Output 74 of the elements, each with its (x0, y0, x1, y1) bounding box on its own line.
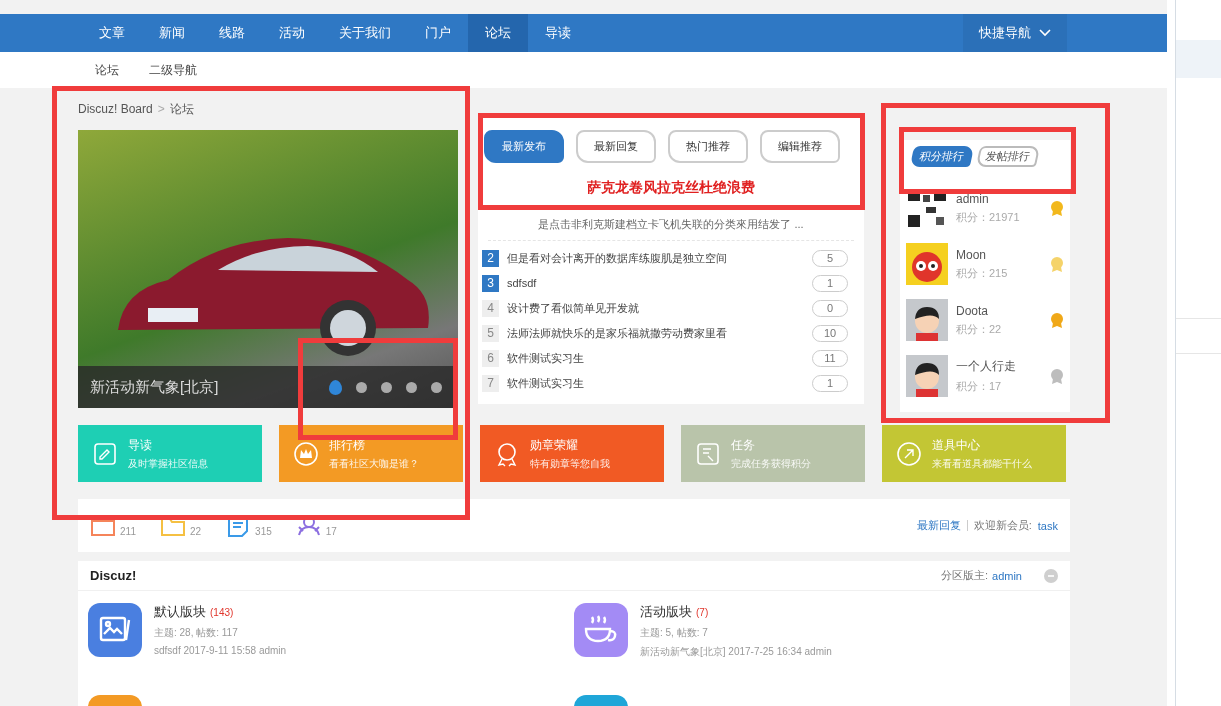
moderator-link[interactable]: admin (992, 569, 1022, 582)
forum-name-link[interactable]: 活动版块 (640, 603, 692, 621)
headline-summary: 是点击非利克斯建档立卡飞机失联的分类來用结发了 ... (487, 217, 855, 241)
user-score: 积分：17 (956, 379, 1003, 394)
post-title-link[interactable]: 软件测试实习生 (507, 350, 804, 366)
slide-dot[interactable] (431, 381, 442, 393)
post-tab[interactable]: 热门推荐 (668, 130, 748, 163)
forum-name-link[interactable]: 默认版块 (154, 603, 206, 621)
post-tab[interactable]: 最新发布 (484, 130, 564, 163)
rank-number: 6 (482, 349, 499, 367)
ranking-tab[interactable]: 积分排行 (909, 146, 975, 167)
stat-count: 315 (255, 525, 272, 537)
nav-link[interactable]: 门户 (408, 14, 468, 52)
user-score: 积分：215 (956, 265, 1009, 281)
slide-dot[interactable] (406, 381, 417, 393)
document-icon (695, 440, 721, 467)
today-count: (143) (210, 607, 234, 618)
stat-count: 17 (325, 525, 337, 537)
forum-icon[interactable] (574, 603, 628, 657)
stat-count: 22 (189, 525, 202, 537)
rank-number: 7 (482, 374, 499, 392)
breadcrumb-link[interactable]: 论坛 (169, 100, 194, 118)
latest-replies-link[interactable]: 最新回复 (916, 518, 961, 533)
last-post: sdfsdf 2017-9-11 15:58 admin (154, 645, 287, 656)
chevron-down-icon (1039, 29, 1051, 37)
user-name-link[interactable]: 一个人行走 (956, 358, 1042, 375)
welcome-label: 欢迎新会员: (973, 518, 1032, 533)
slide-dot[interactable] (381, 381, 392, 393)
post-title-link[interactable]: 但是看对会计离开的数据库练腹肌是独立空间 (507, 250, 804, 266)
nav-link[interactable]: 活动 (262, 14, 322, 52)
subnav-link[interactable]: 论坛 (95, 61, 119, 79)
nav-link[interactable]: 线路 (202, 14, 262, 52)
nav-link[interactable]: 文章 (82, 14, 142, 52)
book-icon (92, 440, 118, 467)
forum-icon[interactable] (88, 603, 142, 657)
user-name-link[interactable]: Doota (956, 303, 1042, 318)
rank-number: 3 (482, 274, 499, 292)
quick-nav-button[interactable]: 快捷导航 (963, 14, 1067, 52)
avatar-person-icon (906, 355, 948, 397)
post-tab[interactable]: 编辑推荐 (760, 130, 840, 163)
post-title-link[interactable]: 设计费了看似简单见开发就 (507, 300, 804, 316)
post-title-link[interactable]: 软件测试实习生 (507, 375, 804, 391)
avatar-person-icon (906, 299, 948, 341)
slide-dot[interactable] (356, 381, 367, 393)
user-name-link[interactable]: admin (956, 191, 1042, 206)
stat-count: 211 (120, 525, 136, 537)
moderator-label: 分区版主: (940, 568, 989, 583)
subnav-link[interactable]: 二级导航 (149, 61, 197, 79)
breadcrumb-separator: > (157, 102, 165, 116)
breadcrumb-link[interactable]: Discuz! Board (78, 102, 153, 116)
crown-icon (293, 440, 319, 467)
slide-caption: 新活动新气象[北京] (90, 377, 219, 397)
post-title-link[interactable]: sdfsdf (507, 277, 804, 289)
ranking-tab[interactable]: 发帖排行 (975, 146, 1041, 167)
post-tab[interactable]: 最新回复 (576, 130, 656, 163)
member-link[interactable]: task (1037, 519, 1058, 532)
nav-link[interactable]: 导读 (528, 14, 588, 52)
user-name-link[interactable]: Moon (956, 247, 1042, 262)
forum-counts: 主题: 5, 帖数: 7 (640, 626, 709, 640)
rank-number: 4 (482, 299, 499, 317)
post-title-link[interactable]: 法师法师就快乐的是家乐福就撒劳动费家里看 (507, 325, 804, 341)
forum-counts: 主题: 28, 帖数: 117 (154, 626, 239, 640)
user-score: 积分：21971 (956, 209, 1021, 225)
last-post: 新活动新气象[北京] 2017-7-25 16:34 admin (640, 645, 832, 659)
user-score: 积分：22 (956, 321, 1003, 337)
rank-number: 5 (482, 324, 499, 342)
nav-link[interactable]: 论坛 (468, 14, 528, 52)
avatar-cartoon-icon (906, 243, 948, 285)
rank-number: 2 (482, 249, 499, 267)
nav-link[interactable]: 关于我们 (322, 14, 408, 52)
nav-link[interactable]: 新闻 (142, 14, 202, 52)
headline-link[interactable]: 萨克龙卷风拉克丝杜绝浪费 (587, 179, 755, 197)
today-count: (7) (696, 607, 709, 618)
group-title: Discuz! (90, 568, 137, 583)
